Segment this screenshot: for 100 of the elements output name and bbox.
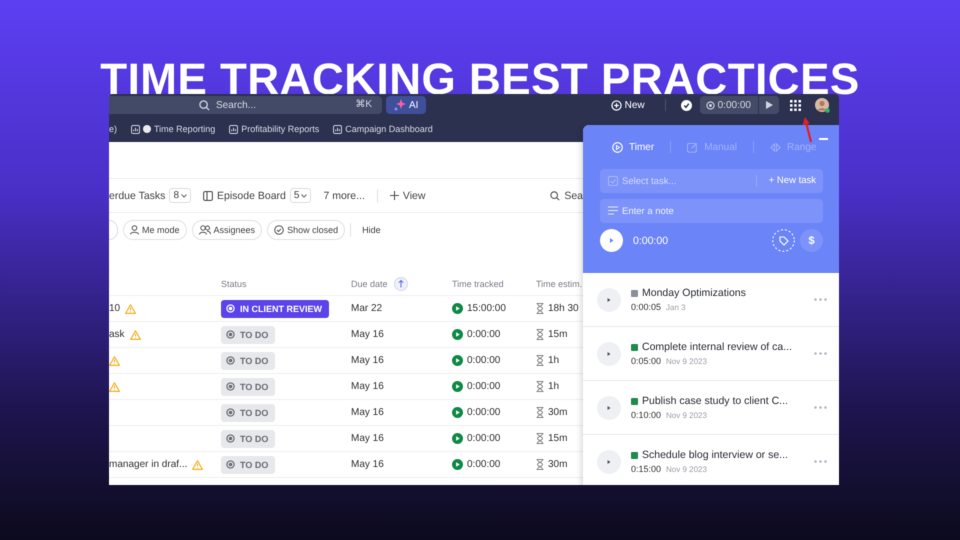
time-tracked: 15:00:00	[467, 303, 506, 314]
status-icon	[226, 408, 235, 417]
bookmark-link[interactable]: Profitability Reports	[229, 124, 320, 134]
time-estimate: 15m	[548, 433, 568, 444]
entry-date: Nov 9 2023	[666, 357, 707, 366]
elapsed-time: 0:00:00	[633, 234, 668, 246]
checkmark-icon[interactable]	[680, 100, 692, 110]
status-badge[interactable]: IN CLIENT REVIEW	[221, 300, 330, 318]
play-circle-icon[interactable]	[452, 355, 463, 366]
status-icon	[226, 434, 235, 443]
entry-title[interactable]: Publish case study to client C...	[642, 395, 788, 407]
entry-title[interactable]: Complete internal review of ca...	[642, 341, 792, 353]
status-icon	[226, 330, 235, 339]
task-name[interactable]: ask	[109, 329, 125, 340]
report-icon	[131, 124, 140, 134]
entry-duration: 0:05:00	[631, 356, 662, 366]
hourglass-icon	[536, 433, 544, 444]
hourglass-icon	[536, 407, 544, 418]
time-tracked: 0:00:00	[467, 329, 500, 340]
play-circle-icon[interactable]	[452, 459, 463, 470]
note-field[interactable]: Enter a note	[600, 199, 823, 223]
entry-title[interactable]: Monday Optimizations	[642, 287, 746, 299]
plus-circle-icon	[610, 100, 622, 110]
due-date: May 16	[351, 459, 385, 470]
due-date: May 16	[351, 381, 385, 392]
time-tracked: 0:00:00	[467, 355, 500, 366]
hourglass-icon	[536, 459, 544, 470]
status-badge[interactable]: TO DO	[221, 352, 276, 370]
tag-button[interactable]	[772, 229, 795, 252]
filter-chip[interactable]: Assignees	[192, 220, 262, 240]
play-circle-icon[interactable]	[452, 381, 463, 392]
annotation-arrow	[802, 117, 814, 143]
view-tab[interactable]: Episode Board 5	[203, 188, 312, 203]
due-date: May 16	[351, 329, 385, 340]
task-name[interactable]: manager in draf...	[109, 459, 188, 470]
time-estimate: 18h 30	[548, 303, 579, 314]
checkbox-icon	[608, 176, 618, 186]
status-badge[interactable]: TO DO	[221, 378, 276, 396]
more-icon[interactable]	[814, 406, 827, 409]
add-view-button[interactable]: View	[390, 190, 426, 202]
play-circle-icon[interactable]	[452, 303, 463, 314]
hourglass-icon	[536, 329, 544, 340]
status-icon	[226, 356, 235, 365]
more-views-link[interactable]: 7 more...	[323, 190, 365, 202]
play-icon	[766, 101, 773, 109]
headline: TIME TRACKING BEST PRACTICES	[99, 54, 861, 94]
time-tracked: 0:00:00	[467, 407, 500, 418]
more-icon[interactable]	[814, 352, 827, 355]
board-icon	[203, 190, 213, 200]
status-icon	[226, 304, 235, 313]
due-date: May 16	[351, 355, 385, 366]
time-estimate: 30m	[548, 407, 568, 418]
status-badge[interactable]: TO DO	[221, 456, 276, 474]
entry-duration: 0:10:00	[631, 410, 662, 420]
filter-chip[interactable]: Show closed	[267, 220, 346, 240]
report-icon	[333, 124, 342, 134]
bookmark-link[interactable]: Time Reporting	[131, 124, 216, 134]
play-circle-icon[interactable]	[452, 407, 463, 418]
entry-duration: 0:00:05	[631, 302, 662, 312]
more-icon[interactable]	[814, 460, 827, 463]
column-header: Status	[221, 279, 248, 289]
ai-button[interactable]: AI	[386, 96, 426, 114]
new-button[interactable]: New	[610, 99, 666, 111]
bookmark-link[interactable]: e)	[109, 124, 118, 134]
status-badge[interactable]: TO DO	[221, 404, 276, 422]
entry-duration: 0:15:00	[631, 464, 662, 474]
avatar-icon[interactable]	[815, 98, 830, 112]
status-badge[interactable]: TO DO	[221, 326, 276, 344]
sparkle-icon	[394, 99, 406, 111]
bookmark-link[interactable]: Campaign Dashboard	[333, 124, 433, 134]
check-circle-icon	[274, 225, 284, 235]
hide-button[interactable]: Hide	[362, 225, 381, 235]
start-timer-button[interactable]	[600, 229, 623, 252]
apps-grid-icon[interactable]	[790, 100, 801, 110]
status-badge[interactable]: TO DO	[221, 430, 276, 448]
time-tracked: 0:00:00	[467, 459, 500, 470]
entry-date: Nov 9 2023	[666, 465, 707, 474]
entry-title[interactable]: Schedule blog interview or se...	[642, 449, 788, 461]
column-header: Time tracked	[452, 279, 505, 289]
time-estimate: 15m	[548, 329, 568, 340]
time-tracked: 0:00:00	[467, 433, 500, 444]
sort-ascending-icon[interactable]	[394, 277, 408, 291]
time-tracked: 0:00:00	[467, 381, 500, 392]
search-icon	[199, 100, 210, 111]
due-date: May 16	[351, 433, 385, 444]
filter-chip[interactable]: Me mode	[123, 220, 187, 240]
play-circle-icon[interactable]	[452, 433, 463, 444]
find-in-view-button[interactable]: Sea	[550, 190, 583, 202]
due-date: Mar 22	[351, 303, 384, 314]
person-icon	[130, 225, 139, 235]
status-icon	[226, 460, 235, 469]
more-icon[interactable]	[814, 298, 827, 301]
timer-button[interactable]: 0:00:00	[700, 96, 779, 114]
play-circle-icon[interactable]	[452, 329, 463, 340]
people-icon	[198, 225, 211, 235]
edit-icon	[687, 142, 698, 152]
task-name[interactable]: 10	[109, 303, 120, 314]
plus-icon	[390, 191, 399, 200]
column-header: Due date	[351, 279, 388, 289]
view-tab[interactable]: erdue Tasks 8	[109, 188, 191, 203]
